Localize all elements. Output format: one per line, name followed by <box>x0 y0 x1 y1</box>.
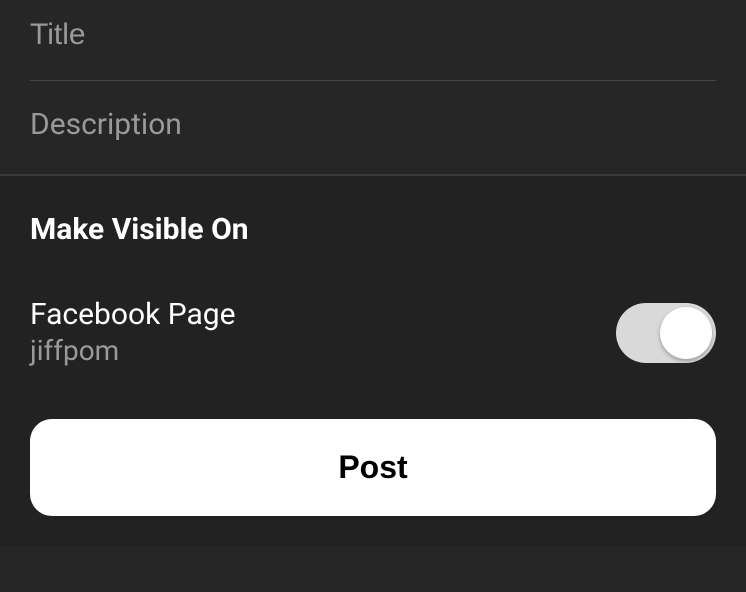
facebook-page-row: Facebook Page jiffpom <box>30 297 716 369</box>
facebook-labels: Facebook Page jiffpom <box>30 297 236 369</box>
facebook-page-subtitle: jiffpom <box>30 333 236 369</box>
facebook-page-label: Facebook Page <box>30 297 236 333</box>
description-field-row <box>30 81 716 174</box>
section-heading: Make Visible On <box>30 212 716 247</box>
facebook-toggle[interactable] <box>616 303 716 363</box>
description-input[interactable] <box>30 107 716 142</box>
title-field-row <box>30 0 716 81</box>
input-section <box>0 0 746 174</box>
toggle-knob <box>660 307 712 359</box>
post-button[interactable]: Post <box>30 419 716 516</box>
title-input[interactable] <box>30 18 716 52</box>
make-visible-section: Make Visible On Facebook Page jiffpom Po… <box>0 176 746 546</box>
